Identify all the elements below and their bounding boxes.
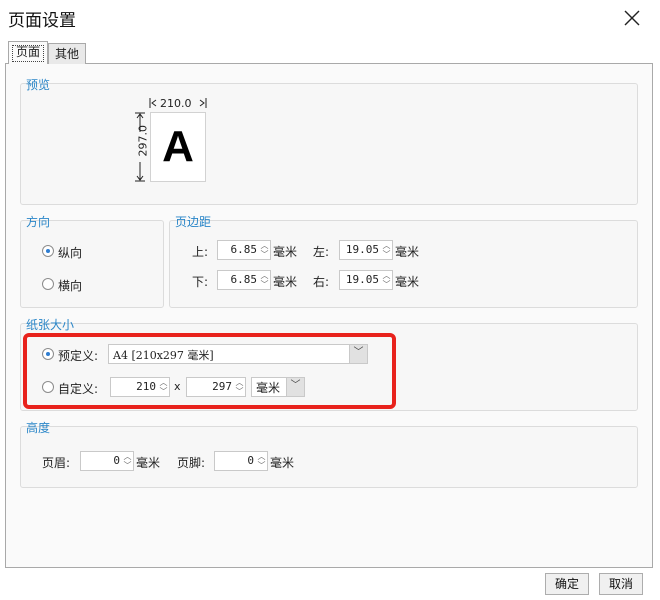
orientation-group-label: 方向	[26, 215, 51, 229]
margin-top-input[interactable]: 6.85 ︿ ﹀	[217, 240, 271, 260]
ok-button[interactable]: 确定	[545, 573, 589, 595]
margin-left-value: 19.05	[345, 243, 379, 256]
close-button[interactable]	[618, 4, 646, 32]
header-height-value: 0	[113, 454, 120, 467]
margin-right-label: 右:	[313, 275, 330, 289]
preview-width-value: 210.0	[160, 97, 192, 110]
tab-other[interactable]: 其他	[48, 43, 86, 64]
margin-top-label: 上:	[192, 245, 209, 259]
spin-up-down-icon[interactable]: ︿ ﹀	[381, 241, 392, 259]
spin-up-down-icon[interactable]: ︿ ﹀	[259, 241, 270, 259]
tab-strip-divider	[5, 63, 653, 64]
margin-bottom-input[interactable]: 6.85 ︿ ﹀	[217, 270, 271, 290]
landscape-label: 横向	[58, 279, 83, 293]
portrait-radio[interactable]	[42, 245, 54, 257]
margin-right-unit: 毫米	[395, 275, 420, 289]
orientation-group	[20, 220, 164, 308]
close-icon	[624, 10, 640, 26]
tab-page[interactable]: 页面	[8, 41, 48, 64]
header-height-unit: 毫米	[136, 456, 161, 470]
footer-label: 页脚:	[177, 456, 206, 470]
preview-group-label: 预览	[26, 78, 51, 92]
landscape-radio[interactable]	[42, 278, 54, 290]
margin-left-label: 左:	[313, 245, 330, 259]
preview-height-value: 297.0	[136, 125, 150, 157]
margin-bottom-value: 6.85	[230, 273, 258, 286]
header-label: 页眉:	[42, 456, 71, 470]
margins-group-label: 页边距	[175, 215, 212, 229]
margins-group	[169, 220, 638, 308]
spin-up-down-icon[interactable]: ︿ ﹀	[256, 452, 267, 470]
spin-up-down-icon[interactable]: ︿ ﹀	[122, 452, 133, 470]
annotation-highlight	[23, 333, 396, 409]
margin-top-unit: 毫米	[273, 245, 298, 259]
margin-right-value: 19.05	[345, 273, 379, 286]
margin-bottom-label: 下:	[192, 275, 209, 289]
tab-other-label: 其他	[54, 47, 79, 61]
header-height-input[interactable]: 0 ︿ ﹀	[80, 451, 134, 471]
cancel-button[interactable]: 取消	[599, 573, 643, 595]
paper-size-group-label: 纸张大小	[26, 318, 75, 332]
preview-letter: A	[162, 122, 194, 171]
footer-height-input[interactable]: 0 ︿ ﹀	[214, 451, 268, 471]
margin-left-input[interactable]: 19.05 ︿ ﹀	[339, 240, 393, 260]
footer-height-value: 0	[247, 454, 254, 467]
window-title: 页面设置	[8, 11, 76, 31]
margin-right-input[interactable]: 19.05 ︿ ﹀	[339, 270, 393, 290]
margin-top-value: 6.85	[230, 243, 258, 256]
margin-left-unit: 毫米	[395, 245, 420, 259]
portrait-label: 纵向	[58, 246, 83, 260]
footer-height-unit: 毫米	[270, 456, 295, 470]
margin-bottom-unit: 毫米	[273, 275, 298, 289]
spin-up-down-icon[interactable]: ︿ ﹀	[381, 271, 392, 289]
height-group-label: 高度	[26, 421, 51, 435]
spin-up-down-icon[interactable]: ︿ ﹀	[259, 271, 270, 289]
preview-group	[20, 83, 638, 205]
